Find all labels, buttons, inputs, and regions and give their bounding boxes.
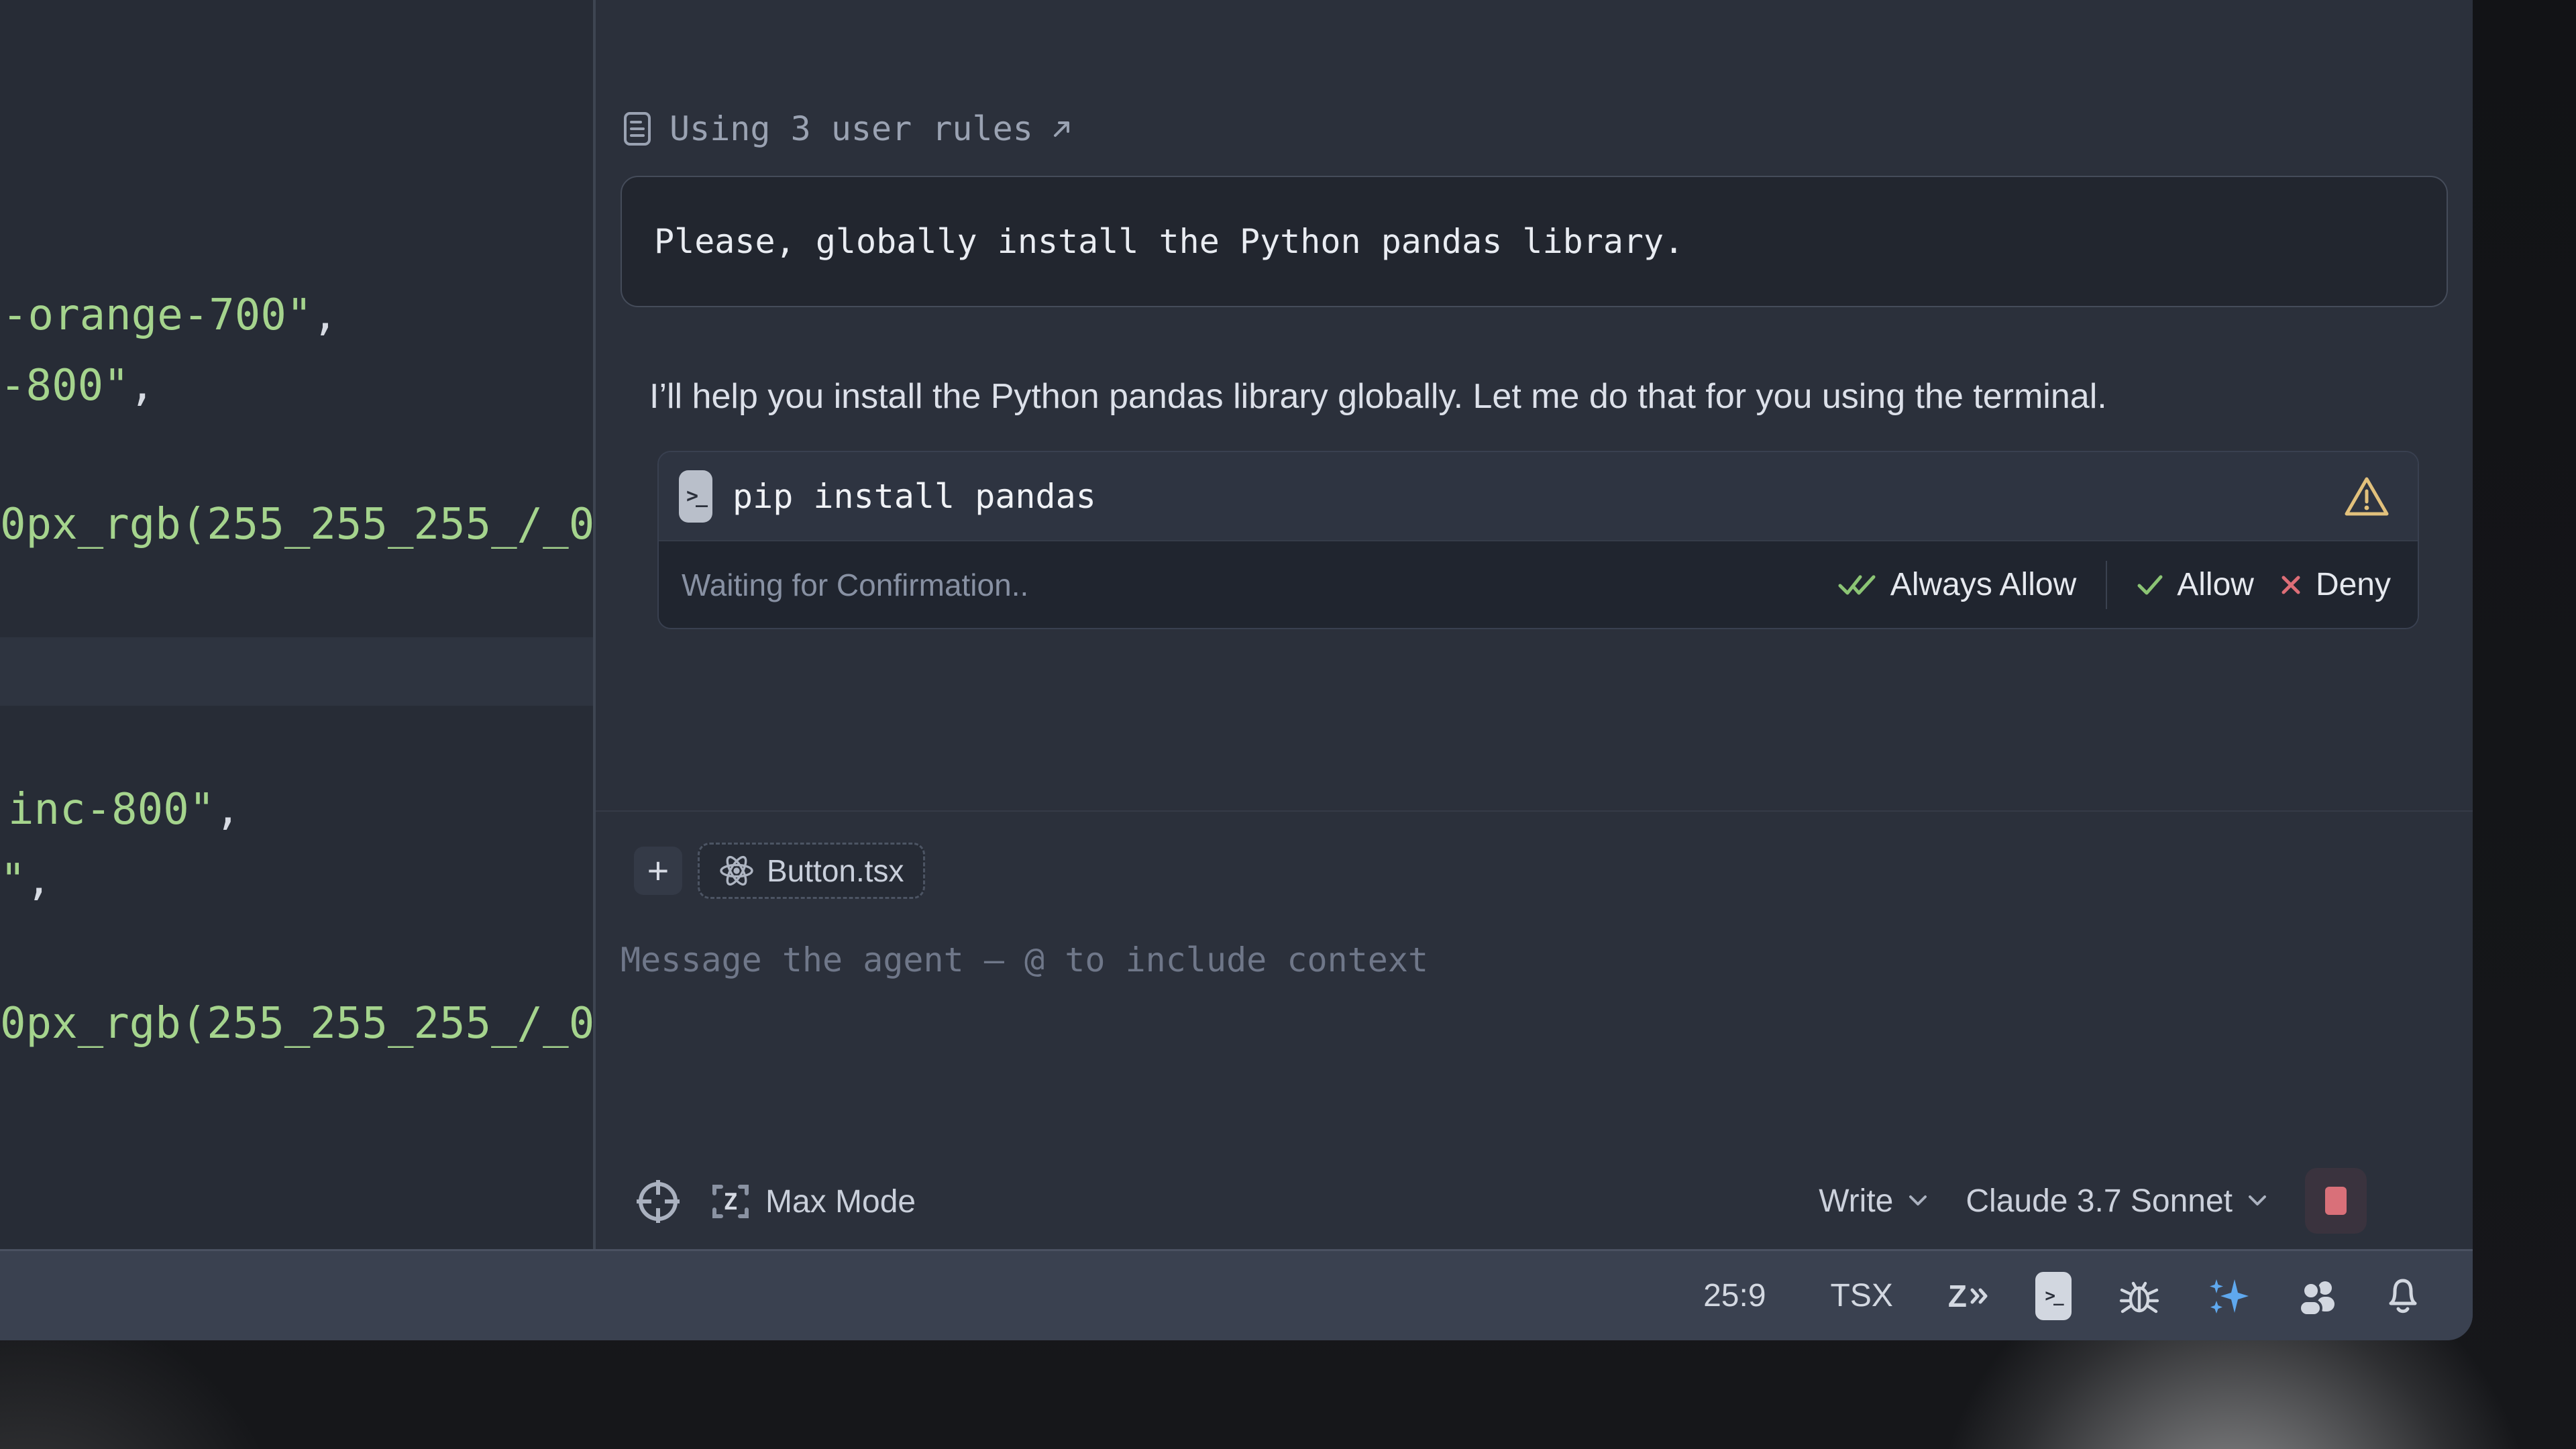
cursor-position-indicator[interactable]: 25:9 bbox=[1671, 1277, 1798, 1314]
language-mode-indicator[interactable]: TSX bbox=[1799, 1277, 1925, 1314]
crosshair-icon[interactable] bbox=[634, 1177, 682, 1226]
ai-sparkle-icon[interactable] bbox=[2184, 1274, 2273, 1318]
terminal-command-text: pip install pandas bbox=[733, 477, 1096, 516]
button-divider bbox=[2106, 561, 2107, 609]
model-dropdown[interactable]: Claude 3.7 Sonnet bbox=[1966, 1183, 2267, 1220]
add-context-button[interactable]: + bbox=[634, 847, 682, 895]
agent-chat-panel: Using 3 user rules Please, globally inst… bbox=[596, 0, 2473, 1249]
code-line: ", bbox=[0, 859, 52, 902]
terminal-panel-icon[interactable]: >_ bbox=[2012, 1272, 2094, 1320]
debug-bug-icon[interactable] bbox=[2094, 1274, 2184, 1318]
composer-placeholder[interactable]: Message the agent — @ to include context bbox=[621, 941, 1428, 979]
assistant-message-text: I’ll help you install the Python pandas … bbox=[649, 376, 2420, 417]
current-line-highlight bbox=[0, 637, 593, 706]
stop-generation-button[interactable] bbox=[2305, 1168, 2367, 1234]
ide-window: -orange-700", -800", 0px_rgb(255_255_255… bbox=[0, 0, 2473, 1340]
allow-button[interactable]: Allow bbox=[2137, 566, 2254, 603]
max-mode-icon: Z bbox=[709, 1180, 752, 1223]
deny-label: Deny bbox=[2316, 566, 2391, 603]
code-line: inc-800", bbox=[8, 788, 241, 831]
confirmation-actions: Always Allow Allow bbox=[1838, 561, 2391, 609]
user-message-bubble[interactable]: Please, globally install the Python pand… bbox=[621, 176, 2448, 307]
user-rules-row[interactable]: Using 3 user rules bbox=[623, 107, 1073, 150]
max-mode-toggle[interactable]: Z Max Mode bbox=[709, 1180, 916, 1223]
allow-label: Allow bbox=[2177, 566, 2254, 603]
chevron-down-icon bbox=[1908, 1194, 1928, 1208]
code-line: -orange-700", bbox=[2, 294, 338, 337]
model-label: Claude 3.7 Sonnet bbox=[1966, 1183, 2233, 1220]
status-bar: 25:9 TSX Z >_ bbox=[0, 1249, 2473, 1340]
check-icon bbox=[2137, 573, 2163, 597]
svg-text:Z: Z bbox=[724, 1189, 737, 1216]
x-icon bbox=[2279, 574, 2302, 596]
terminal-tool-call: >_ pip install pandas Waiting for Confir… bbox=[657, 451, 2419, 629]
context-chip-label: Button.tsx bbox=[767, 853, 904, 889]
stop-icon bbox=[2325, 1187, 2347, 1215]
terminal-command-row[interactable]: >_ pip install pandas bbox=[659, 452, 2418, 540]
accounts-people-icon[interactable] bbox=[2273, 1276, 2363, 1316]
code-editor-pane[interactable]: -orange-700", -800", 0px_rgb(255_255_255… bbox=[0, 0, 593, 1249]
max-mode-label: Max Mode bbox=[765, 1183, 916, 1220]
external-link-arrow-icon bbox=[1051, 117, 1073, 140]
composer-left-controls: Z Max Mode bbox=[634, 1173, 916, 1230]
terminal-icon: >_ bbox=[679, 470, 712, 523]
code-line: -800", bbox=[0, 364, 155, 407]
composer-top-border bbox=[596, 810, 2473, 812]
notifications-bell-icon[interactable] bbox=[2363, 1274, 2420, 1318]
composer-right-controls: Write Claude 3.7 Sonnet bbox=[1819, 1167, 2367, 1234]
mode-dropdown[interactable]: Write bbox=[1819, 1183, 1928, 1220]
context-chip-button-tsx[interactable]: Button.tsx bbox=[698, 843, 925, 899]
waiting-status-text: Waiting for Confirmation.. bbox=[682, 567, 1028, 603]
rules-label: Using 3 user rules bbox=[669, 109, 1033, 148]
user-message-text: Please, globally install the Python pand… bbox=[654, 222, 1684, 261]
always-allow-button[interactable]: Always Allow bbox=[1838, 566, 2076, 603]
deny-button[interactable]: Deny bbox=[2279, 566, 2391, 603]
warning-icon bbox=[2343, 474, 2391, 519]
always-allow-label: Always Allow bbox=[1890, 566, 2076, 603]
desktop-background: -orange-700", -800", 0px_rgb(255_255_255… bbox=[0, 0, 2576, 1449]
double-check-icon bbox=[1838, 573, 1877, 597]
chevron-down-icon bbox=[2247, 1194, 2267, 1208]
code-line: 0px_rgb(255_255_255_/_0 bbox=[0, 503, 593, 546]
rules-doc-icon bbox=[623, 111, 652, 147]
zen-feedback-icon[interactable]: Z bbox=[1925, 1278, 2012, 1314]
status-bar-right: 25:9 TSX Z >_ bbox=[1671, 1272, 2473, 1320]
mode-label: Write bbox=[1819, 1183, 1893, 1220]
code-line: 0px_rgb(255_255_255_/_0 bbox=[0, 1002, 593, 1045]
react-icon bbox=[718, 853, 755, 889]
confirmation-row: Waiting for Confirmation.. Always Allow bbox=[659, 540, 2418, 628]
